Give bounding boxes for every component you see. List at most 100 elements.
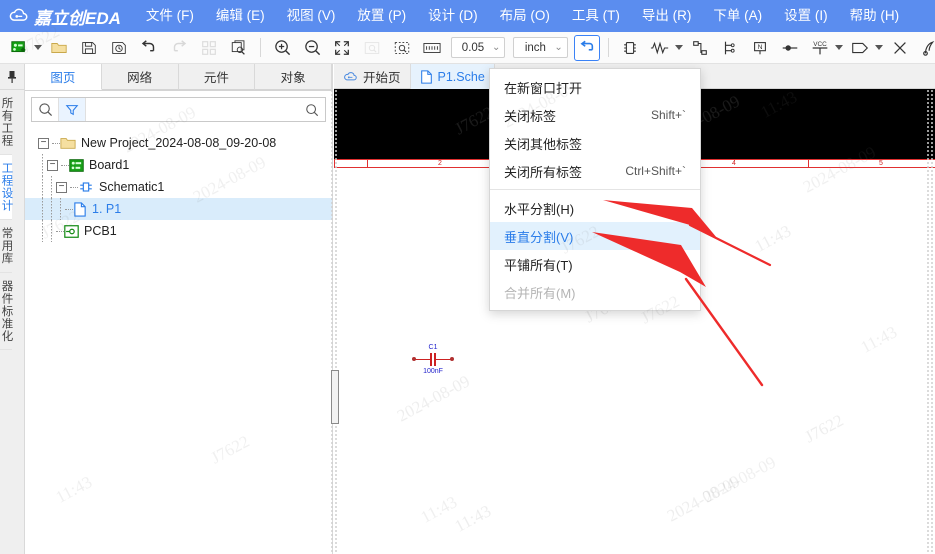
scrollbar-track[interactable] — [330, 89, 339, 554]
zoom-out-icon[interactable] — [299, 35, 325, 61]
tree-item-project[interactable]: − New Project_2024-08-08_09-20-08 — [25, 132, 332, 154]
tab-context-menu: 在新窗口打开 关闭标签 Shift+` 关闭其他标签 关闭所有标签 Ctrl+S… — [489, 68, 701, 311]
panel-tab-components[interactable]: 元件 — [179, 64, 256, 90]
redo-icon — [166, 35, 192, 61]
vcc-icon[interactable]: VCC — [807, 35, 833, 61]
tree-item-label: Schematic1 — [99, 180, 164, 194]
left-panel: 图页 网络 元件 对象 — [25, 64, 333, 554]
expander-minus-icon[interactable]: − — [38, 138, 49, 149]
bus-entry-icon[interactable] — [717, 35, 743, 61]
document-tab-p1-schematic[interactable]: P1.Sche — [411, 64, 495, 89]
ctx-item-label: 在新窗口打开 — [504, 78, 582, 97]
search-icon[interactable] — [32, 98, 59, 121]
ctx-close-all-tabs[interactable]: 关闭所有标签 Ctrl+Shift+` — [490, 157, 700, 185]
toolbar-separator — [260, 38, 261, 57]
ctx-item-label: 水平分割(H) — [504, 199, 574, 218]
netlabel-icon[interactable]: N — [747, 35, 773, 61]
noconnect-icon[interactable] — [887, 35, 913, 61]
tree-item-schematic[interactable]: − Schematic1 — [25, 176, 332, 198]
ctx-item-shortcut: Ctrl+Shift+` — [607, 164, 686, 178]
rail-tab-all-projects[interactable]: 所有工程 — [0, 90, 12, 155]
rail-tab-project-design[interactable]: 工程设计 — [0, 155, 12, 220]
zoom-in-icon[interactable] — [269, 35, 295, 61]
tree-item-pcb[interactable]: PCB1 — [25, 220, 332, 242]
save-icon[interactable] — [76, 35, 102, 61]
svg-text:N: N — [757, 44, 762, 51]
rail-tab-standardization[interactable]: 器件标准化 — [0, 273, 12, 351]
ctx-item-label: 平铺所有(T) — [504, 255, 573, 274]
menu-help[interactable]: 帮助 (H) — [839, 0, 911, 32]
new-project-icon[interactable] — [6, 35, 32, 61]
pin-icon[interactable] — [0, 64, 24, 90]
save-as-icon[interactable] — [106, 35, 132, 61]
expander-minus-icon[interactable]: − — [47, 160, 58, 171]
bus-icon[interactable] — [687, 35, 713, 61]
menu-place[interactable]: 放置 (P) — [346, 0, 417, 32]
ctx-item-shortcut: Shift+` — [633, 108, 686, 122]
search-icon[interactable] — [299, 98, 325, 121]
menu-export[interactable]: 导出 (R) — [631, 0, 703, 32]
dropdown-caret-icon[interactable] — [34, 35, 42, 61]
expander-minus-icon[interactable]: − — [56, 182, 67, 193]
dropdown-caret-icon[interactable] — [675, 35, 683, 61]
document-tab-label: P1.Sche — [438, 70, 485, 84]
watermark: 2024-08-09 — [394, 372, 473, 427]
chevron-down-icon: ⌄ — [554, 42, 562, 53]
rail-tab-common-library[interactable]: 常用库 — [0, 220, 12, 273]
undo-icon[interactable] — [136, 35, 162, 61]
document-tab-start-page[interactable]: 开始页 — [334, 64, 411, 89]
schematic-icon — [78, 180, 94, 194]
menu-tools[interactable]: 工具 (T) — [561, 0, 631, 32]
junction-icon[interactable] — [777, 35, 803, 61]
menu-edit[interactable]: 编辑 (E) — [205, 0, 276, 32]
unit-select[interactable]: inch ⌄ — [513, 37, 567, 58]
tree-connector — [47, 176, 56, 198]
main-toolbar: 0.05 ⌄ inch ⌄ — [0, 32, 935, 64]
unit-value: inch — [522, 42, 548, 54]
tree-connector — [70, 187, 78, 188]
zoom-selection-icon[interactable] — [389, 35, 415, 61]
ctx-split-vertical[interactable]: 垂直分割(V) — [490, 222, 700, 250]
panel-tab-nets[interactable]: 网络 — [102, 64, 179, 90]
waveform-icon[interactable] — [647, 35, 673, 61]
probe-icon[interactable] — [917, 35, 935, 61]
pcb-icon — [64, 225, 79, 238]
ctx-tile-all[interactable]: 平铺所有(T) — [490, 250, 700, 278]
watermark: 11:43 — [452, 501, 495, 537]
tree-connector — [38, 198, 47, 220]
port-icon[interactable] — [847, 35, 873, 61]
ctx-open-in-new-window[interactable]: 在新窗口打开 — [490, 73, 700, 101]
menu-order[interactable]: 下单 (A) — [702, 0, 773, 32]
tree-item-board[interactable]: − Board1 — [25, 154, 332, 176]
ruler-label: 4 — [732, 160, 736, 167]
panel-tab-sheets[interactable]: 图页 — [25, 64, 102, 90]
search-input[interactable] — [86, 98, 299, 121]
component-icon[interactable] — [617, 35, 643, 61]
ctx-close-tab[interactable]: 关闭标签 Shift+` — [490, 101, 700, 129]
ctx-close-other-tabs[interactable]: 关闭其他标签 — [490, 129, 700, 157]
filter-icon[interactable] — [59, 98, 86, 121]
tree-connector — [38, 220, 47, 242]
tree-connector — [38, 176, 47, 198]
menu-view[interactable]: 视图 (V) — [276, 0, 347, 32]
canvas-vertical-scrollbar[interactable] — [330, 89, 339, 554]
menu-file[interactable]: 文件 (F) — [135, 0, 205, 32]
menu-layout[interactable]: 布局 (O) — [489, 0, 561, 32]
ctx-item-label: 垂直分割(V) — [504, 227, 573, 246]
dropdown-caret-icon[interactable] — [875, 35, 883, 61]
open-folder-icon[interactable] — [46, 35, 72, 61]
measure-icon[interactable] — [419, 35, 445, 61]
panel-tab-objects[interactable]: 对象 — [255, 64, 332, 90]
fit-all-icon[interactable] — [329, 35, 355, 61]
menu-settings[interactable]: 设置 (I) — [773, 0, 839, 32]
wire-icon[interactable] — [574, 35, 600, 61]
grid-size-select[interactable]: 0.05 ⌄ — [451, 37, 505, 58]
dropdown-caret-icon[interactable] — [835, 35, 843, 61]
component-capacitor-c1[interactable]: C1 100nF — [412, 344, 454, 375]
tree-item-page-p1[interactable]: 1. P1 — [25, 198, 332, 220]
menu-design[interactable]: 设计 (D) — [417, 0, 489, 32]
copy-find-icon[interactable] — [226, 35, 252, 61]
menu-bar: 嘉立创EDA 文件 (F) 编辑 (E) 视图 (V) 放置 (P) 设计 (D… — [0, 0, 935, 32]
scrollbar-thumb[interactable] — [331, 370, 339, 424]
ctx-split-horizontal[interactable]: 水平分割(H) — [490, 194, 700, 222]
